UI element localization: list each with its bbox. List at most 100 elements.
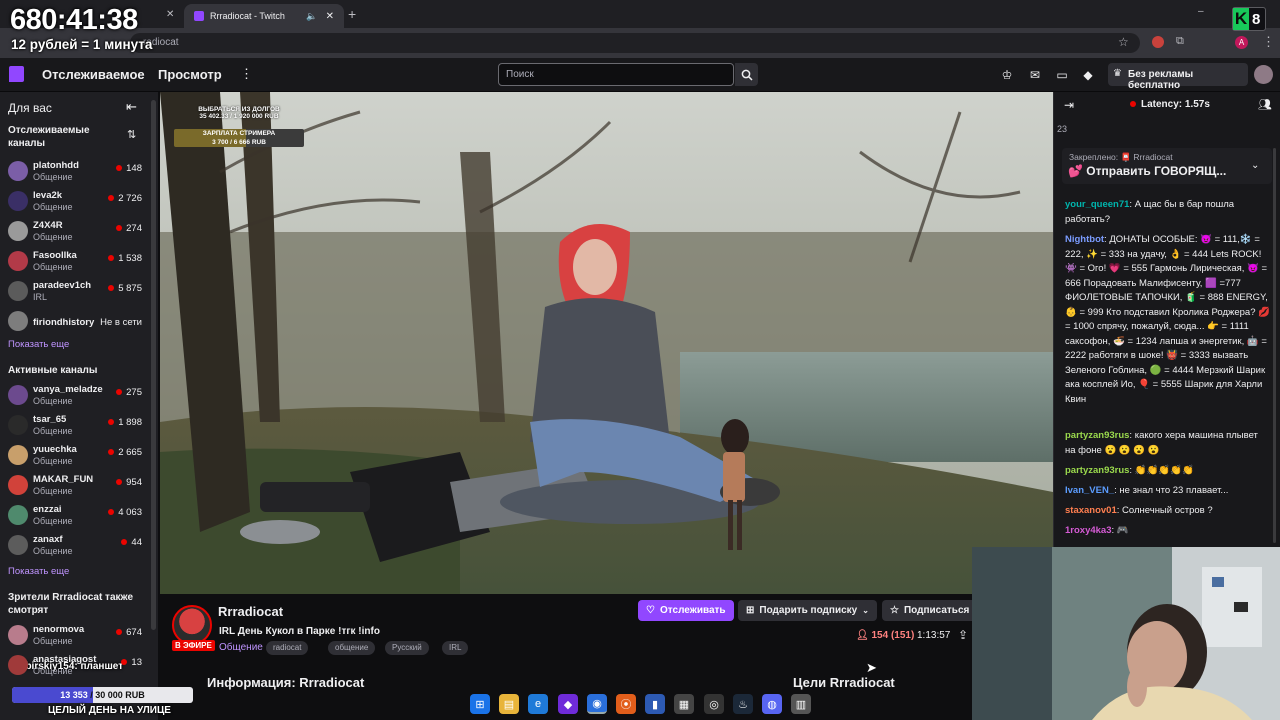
channel-avatar[interactable] [172,605,212,645]
sidebar-channel[interactable]: platonhdd Общение 148 [6,158,146,186]
sidebar-channel[interactable]: Fasoollka Общение 1 538 [6,248,146,276]
channel-name[interactable]: Rrradiocat [218,604,283,619]
stream-tag[interactable]: Русский [385,641,429,655]
chat-scrollbar[interactable] [1273,148,1276,543]
sidebar-channel[interactable]: paradeev1ch IRL 5 875 [6,278,146,306]
tab-close-icon[interactable]: ✕ [326,11,334,22]
goal-total: / 30 000 RUB [90,690,145,700]
search-input[interactable]: Поиск [498,63,734,86]
nav-more-icon[interactable]: ⋮ [240,66,253,82]
show-more-link-2[interactable]: Показать еще [8,566,69,577]
chat-username[interactable]: partyzan93rus [1065,430,1129,441]
stream-tag[interactable]: общение [328,641,376,655]
sort-icon[interactable]: ⇅ [127,128,136,141]
profile-avatar[interactable]: A [1235,36,1248,49]
gift-icon: ⊞ [746,605,755,616]
stream-tag[interactable]: IRL [442,641,469,655]
edge-icon[interactable]: e [528,694,548,714]
live-dot-icon [108,195,115,201]
sidebar-channel[interactable]: MAKAR_FUN Общение 954 [6,472,146,500]
new-tab-icon[interactable]: + [348,6,356,22]
address-bar[interactable]: radiocat [130,33,1140,53]
gift-sub-button[interactable]: ⊞ Подарить подписку ⌄ [738,600,877,621]
app-icon-4[interactable]: ◎ [704,694,724,714]
channel-category: Общение [33,172,73,182]
chat-username[interactable]: 1roxy4ka3 [1065,525,1111,536]
inbox-icon[interactable]: ✉ [1027,67,1043,83]
salary-goal-label: ЗАРПЛАТА СТРИМЕРА [202,130,276,137]
extensions-puzzle-icon[interactable]: ⧉ [1176,35,1184,48]
browser-menu-icon[interactable]: ⋮ [1262,34,1275,50]
chat-username[interactable]: staxanov01 [1065,505,1117,516]
extension-icon[interactable] [1152,36,1164,48]
sidebar-channel[interactable]: firiondhistory Не в сети [6,308,146,336]
window-controls[interactable]: – [1198,6,1234,17]
show-more-link[interactable]: Показать еще [8,339,69,350]
chat-text: 👏👏👏👏👏 [1134,465,1194,476]
chat-users-icon[interactable]: 👥︎ [1258,98,1272,111]
sidebar-channel[interactable]: Z4X4R Общение 274 [6,218,146,246]
chat-username[interactable]: Ivan_VEN_ [1065,485,1114,496]
collapse-chat-icon[interactable]: ⇥ [1064,98,1074,112]
sidebar-scrollbar[interactable] [151,100,156,630]
app-icon-3[interactable]: ▦ [674,694,694,714]
tab-close-icon-prev[interactable]: ✕ [166,9,174,20]
video-player[interactable]: ВЫБРАТЬСЯ ИЗ ДОЛГОВ 35 402.33 / 1 920 00… [160,92,1053,594]
live-dot-icon [121,659,128,665]
file-explorer-icon[interactable]: ▤ [499,694,519,714]
sidebar-channel[interactable]: enzzai Общение 4 063 [6,502,146,530]
sidebar-channel[interactable]: tsar_65 Общение 1 898 [6,412,146,440]
pinned-expand-icon[interactable]: ⌄ [1251,160,1259,171]
app-icon-1[interactable]: ◆ [558,694,578,714]
heart-icon: ♡ [646,605,655,616]
nav-following[interactable]: Отслеживаемое [42,67,145,82]
subathon-timer: 680:41:38 [10,4,138,36]
sidebar-channel[interactable]: leva2k Общение 2 726 [6,188,146,216]
also-watching-header-2: смотрят [8,605,49,616]
bookmark-star-icon[interactable]: ☆ [1118,35,1129,49]
channel-category: Общение [33,546,73,556]
channel-name: leva2k [33,190,63,201]
sidebar-channel[interactable]: zanaxf Общение 44 [6,532,146,560]
chat-username[interactable]: partyzan93rus [1065,465,1129,476]
webcam-overlay [972,547,1280,720]
steam-icon[interactable]: ♨ [733,694,753,714]
chrome-icon[interactable]: ◉ [587,694,607,714]
channel-avatar [8,161,28,181]
stats-app-icon[interactable]: ▮ [645,694,665,714]
nav-browse[interactable]: Просмотр [158,67,222,82]
follow-button[interactable]: ♡ Отслеживать [638,600,734,621]
live-dot-icon [108,449,115,455]
calculator-icon[interactable]: ▥ [791,694,811,714]
sidebar-channel[interactable]: yuuechka Общение 2 665 [6,442,146,470]
app-icon-2[interactable]: ⦿ [616,694,636,714]
salary-goal-amount: 3 700 / 6 666 RUB [212,139,266,146]
bits-icon[interactable]: ◆ [1080,67,1096,83]
user-avatar[interactable] [1254,65,1273,84]
sidebar-channel[interactable]: anastasiagost Общение 13 [6,652,146,680]
viewer-count: 275 [116,387,142,398]
channel-name: platonhdd [33,160,79,171]
chat-username[interactable]: Nightbot [1065,234,1104,245]
discord-icon[interactable]: ◍ [762,694,782,714]
channel-category: Общение [33,456,73,466]
channel-name: firiondhistory [33,317,95,328]
sidebar-channel[interactable]: vanya_meladze Общение 275 [6,382,146,410]
windows-start-icon[interactable]: ⊞ [470,694,490,714]
subscribe-button[interactable]: ☆ Подписаться [882,600,978,621]
channel-avatar [8,505,28,525]
share-icon[interactable]: ⇪ [958,628,968,642]
chat-username[interactable]: your_queen71 [1065,199,1129,210]
search-button[interactable] [735,63,758,86]
sidebar-channel[interactable]: nenormova Общение 674 [6,622,146,650]
crown-icon[interactable]: ♔ [999,67,1015,83]
no-ads-button[interactable]: Без рекламы бесплатно [1108,63,1248,91]
collapse-sidebar-icon[interactable]: ⇤ [126,99,137,115]
twitch-logo-icon[interactable] [9,66,24,82]
whispers-icon[interactable]: ▭ [1054,67,1070,83]
stream-tag[interactable]: radiocat [266,641,309,655]
browser-tab-active[interactable]: Rrradiocat - Twitch 🔈 ✕ [184,4,344,28]
timer-rate: 12 рублей = 1 минута [11,37,153,52]
stream-category[interactable]: Общение [219,642,263,653]
uptime: 1:13:57 [917,630,951,641]
